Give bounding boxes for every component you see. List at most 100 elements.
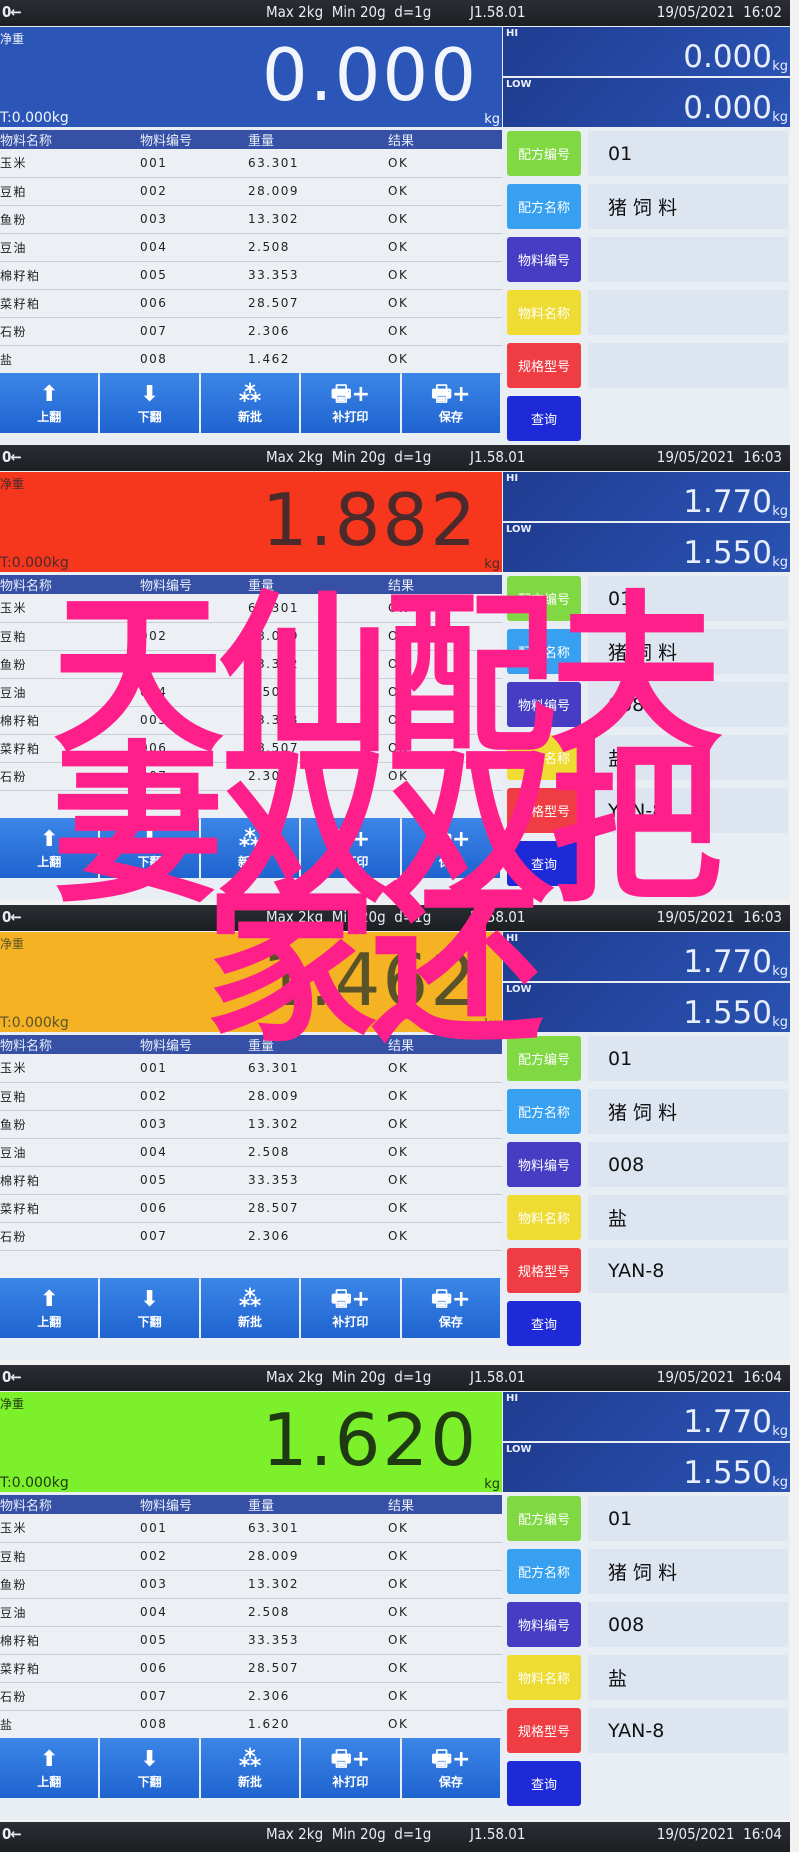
toolbar-button-label: 补打印 <box>332 1774 369 1789</box>
result: OK <box>388 1710 502 1739</box>
side-button-4[interactable]: 物料名称 <box>507 1195 581 1240</box>
toolbar-button-2[interactable]: ⬇ 下翻 <box>100 1738 199 1798</box>
side-button-2[interactable]: 配方名称 <box>507 1549 581 1594</box>
table-row[interactable]: 棉籽粕 005 33.353 OK <box>0 261 502 290</box>
table-row[interactable]: 石粉 007 2.306 OK <box>0 1682 502 1711</box>
firmware-version: J1.58.01 <box>470 1368 526 1386</box>
toolbar-button-5[interactable]: 🖶+ 保存 <box>401 1278 501 1338</box>
table-row[interactable]: 鱼粉 003 13.302 OK <box>0 1110 502 1139</box>
table-row[interactable]: 菜籽粕 006 28.507 OK <box>0 1194 502 1223</box>
toolbar-button-1[interactable]: ⬆ 上翻 <box>0 1738 99 1798</box>
toolbar-button-2[interactable]: ⬇ 下翻 <box>100 1278 199 1338</box>
material-weight: 28.009 <box>248 1082 388 1111</box>
side-button-4[interactable]: 物料名称 <box>507 1655 581 1700</box>
printer-plus-icon: 🖶+ <box>330 1746 371 1772</box>
weight-unit: kg <box>484 557 500 572</box>
table-row[interactable]: 玉米 001 63.301 OK <box>0 1514 502 1543</box>
side-button-1[interactable]: 配方编号 <box>507 131 581 176</box>
table-row[interactable]: 豆粕 002 28.009 OK <box>0 177 502 206</box>
side-button-2[interactable]: 配方名称 <box>507 184 581 229</box>
result: OK <box>388 1110 502 1139</box>
table-row[interactable]: 豆粕 002 28.009 OK <box>0 1082 502 1111</box>
table-row[interactable] <box>0 790 502 819</box>
side-button-3[interactable]: 物料编号 <box>507 1142 581 1187</box>
table-row[interactable]: 豆油 004 2.508 OK <box>0 233 502 262</box>
result: OK <box>388 650 502 679</box>
table-row[interactable]: 菜籽粕 006 28.507 OK <box>0 734 502 763</box>
toolbar-button-3[interactable]: ⁂ 新批 <box>200 373 300 433</box>
table-row[interactable]: 豆油 004 2.508 OK <box>0 1138 502 1167</box>
side-button-5[interactable]: 规格型号 <box>507 343 581 388</box>
table-row[interactable]: 棉籽粕 005 33.353 OK <box>0 1166 502 1195</box>
table-row[interactable]: 玉米 001 63.301 OK <box>0 594 502 623</box>
table-row[interactable]: 豆粕 002 28.009 OK <box>0 1542 502 1571</box>
side-button-5[interactable]: 规格型号 <box>507 1248 581 1293</box>
toolbar-button-label: 新批 <box>238 1774 263 1789</box>
toolbar-button-3[interactable]: ⁂ 新批 <box>200 1738 300 1798</box>
side-button-5[interactable]: 规格型号 <box>507 788 581 833</box>
side-button-6[interactable]: 查询 <box>507 841 581 886</box>
side-button-1[interactable]: 配方编号 <box>507 1496 581 1541</box>
toolbar-button-4[interactable]: 🖶+ 补打印 <box>301 373 400 433</box>
toolbar-button-5[interactable]: 🖶+ 保存 <box>401 818 501 878</box>
toolbar-button-4[interactable]: 🖶+ 补打印 <box>301 1738 400 1798</box>
material-weight: 13.302 <box>248 650 388 679</box>
table-row[interactable]: 菜籽粕 006 28.507 OK <box>0 1654 502 1683</box>
field-value-3: 008 <box>588 1142 788 1187</box>
side-button-5[interactable]: 规格型号 <box>507 1708 581 1753</box>
toolbar-button-3[interactable]: ⁂ 新批 <box>200 818 300 878</box>
status-bar: 0← Max 2kg Min 20g d=1g J1.58.01 19/05/2… <box>0 905 790 931</box>
field-value-4: 盐 <box>588 1195 788 1240</box>
table-row[interactable]: 盐 008 1.620 OK <box>0 1710 502 1739</box>
table-row[interactable]: 豆粕 002 28.009 OK <box>0 622 502 651</box>
toolbar-button-2[interactable]: ⬇ 下翻 <box>100 373 199 433</box>
side-button-3[interactable]: 物料编号 <box>507 1602 581 1647</box>
table-row[interactable]: 盐 008 1.462 OK <box>0 345 502 374</box>
material-weight: 33.353 <box>248 1626 388 1655</box>
table-row[interactable]: 棉籽粕 005 33.353 OK <box>0 1626 502 1655</box>
side-button-6[interactable]: 查询 <box>507 1761 581 1806</box>
toolbar-button-label: 上翻 <box>37 1314 62 1329</box>
material-code: 001 <box>140 594 248 623</box>
side-button-3[interactable]: 物料编号 <box>507 682 581 727</box>
table-row[interactable]: 玉米 001 63.301 OK <box>0 1054 502 1083</box>
side-button-3[interactable]: 物料编号 <box>507 237 581 282</box>
table-row[interactable]: 豆油 004 2.508 OK <box>0 1598 502 1627</box>
toolbar-button-label: 保存 <box>438 1774 463 1789</box>
toolbar-button-1[interactable]: ⬆ 上翻 <box>0 373 99 433</box>
table-row[interactable]: 石粉 007 2.306 OK <box>0 317 502 346</box>
table-row[interactable]: 石粉 007 2.306 OK <box>0 1222 502 1251</box>
toolbar-button-4[interactable]: 🖶+ 补打印 <box>301 1278 400 1338</box>
toolbar-button-1[interactable]: ⬆ 上翻 <box>0 1278 99 1338</box>
side-button-2[interactable]: 配方名称 <box>507 1089 581 1134</box>
toolbar-button-1[interactable]: ⬆ 上翻 <box>0 818 99 878</box>
side-button-6[interactable]: 查询 <box>507 1301 581 1346</box>
side-button-4[interactable]: 物料名称 <box>507 290 581 335</box>
table-row[interactable]: 石粉 007 2.306 OK <box>0 762 502 791</box>
toolbar-button-3[interactable]: ⁂ 新批 <box>200 1278 300 1338</box>
result: OK <box>388 1082 502 1111</box>
side-button-6[interactable]: 查询 <box>507 396 581 441</box>
toolbar-button-5[interactable]: 🖶+ 保存 <box>401 373 501 433</box>
table-row[interactable]: 鱼粉 003 13.302 OK <box>0 650 502 679</box>
side-button-2[interactable]: 配方名称 <box>507 629 581 674</box>
toolbar-button-2[interactable]: ⬇ 下翻 <box>100 818 199 878</box>
field-values: 01 猪 饲 料 <box>588 131 788 396</box>
tare-value: T:0.000kg <box>0 1015 69 1031</box>
table-row[interactable]: 棉籽粕 005 33.353 OK <box>0 706 502 735</box>
side-button-4[interactable]: 物料名称 <box>507 735 581 780</box>
toolbar-button-4[interactable]: 🖶+ 补打印 <box>301 818 400 878</box>
arrow-down-icon: ⬇ <box>140 1286 159 1312</box>
printer-plus-icon: 🖶+ <box>431 826 471 852</box>
table-row[interactable]: 菜籽粕 006 28.507 OK <box>0 289 502 318</box>
side-button-1[interactable]: 配方编号 <box>507 576 581 621</box>
table-row[interactable]: 鱼粉 003 13.302 OK <box>0 1570 502 1599</box>
table-row[interactable]: 鱼粉 003 13.302 OK <box>0 205 502 234</box>
table-row[interactable] <box>0 1250 502 1279</box>
toolbar-button-label: 保存 <box>438 854 463 869</box>
table-row[interactable]: 玉米 001 63.301 OK <box>0 149 502 178</box>
side-button-1[interactable]: 配方编号 <box>507 1036 581 1081</box>
toolbar-button-5[interactable]: 🖶+ 保存 <box>401 1738 501 1798</box>
table-row[interactable]: 豆油 004 2.508 OK <box>0 678 502 707</box>
printer-plus-icon: 🖶+ <box>330 826 371 852</box>
